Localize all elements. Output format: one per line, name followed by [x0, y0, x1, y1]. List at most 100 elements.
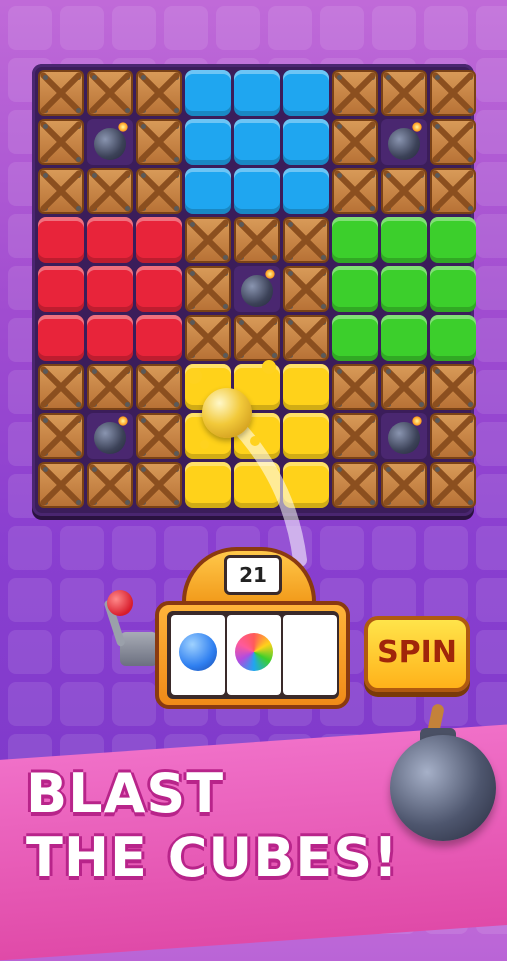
yellow-cube[interactable] [283, 364, 329, 410]
crate-block[interactable] [136, 168, 182, 214]
green-cube[interactable] [332, 217, 378, 263]
red-cube[interactable] [38, 217, 84, 263]
blue-cube[interactable] [283, 168, 329, 214]
red-cube[interactable] [87, 315, 133, 361]
bomb-cell[interactable] [381, 119, 427, 165]
blue-cube[interactable] [283, 70, 329, 116]
crate-bolt [468, 369, 473, 374]
crate-block[interactable] [283, 217, 329, 263]
crate-block[interactable] [87, 70, 133, 116]
bomb-cell[interactable] [234, 266, 280, 312]
crate-block[interactable] [185, 217, 231, 263]
crate-block[interactable] [234, 315, 280, 361]
crate-block[interactable] [332, 462, 378, 508]
crate-bolt [386, 108, 391, 113]
crate-bolt [337, 206, 342, 211]
red-cube[interactable] [87, 266, 133, 312]
crate-block[interactable] [381, 364, 427, 410]
blue-cube[interactable] [185, 168, 231, 214]
background-tile [476, 474, 507, 518]
crate-block[interactable] [381, 70, 427, 116]
crate-block[interactable] [38, 168, 84, 214]
crate-block[interactable] [185, 315, 231, 361]
headline-line-2: THE CUBES! [26, 826, 399, 889]
green-cube[interactable] [381, 315, 427, 361]
crate-bolt [239, 255, 244, 260]
crate-block[interactable] [430, 70, 476, 116]
crate-block[interactable] [430, 119, 476, 165]
red-cube[interactable] [38, 266, 84, 312]
crate-bolt [141, 418, 146, 423]
crate-block[interactable] [430, 413, 476, 459]
crate-bolt [337, 369, 342, 374]
bomb-cell[interactable] [381, 413, 427, 459]
background-tile [476, 266, 507, 310]
crate-block[interactable] [185, 266, 231, 312]
crate-block[interactable] [430, 168, 476, 214]
crate-block[interactable] [283, 315, 329, 361]
crate-bolt [288, 255, 293, 260]
crate-block[interactable] [430, 462, 476, 508]
crate-block[interactable] [38, 413, 84, 459]
crate-block[interactable] [87, 364, 133, 410]
crate-block[interactable] [332, 413, 378, 459]
crate-block[interactable] [87, 462, 133, 508]
green-cube[interactable] [381, 266, 427, 312]
crate-bolt [43, 451, 48, 456]
crate-block[interactable] [38, 119, 84, 165]
crate-block[interactable] [136, 70, 182, 116]
blue-cube[interactable] [234, 70, 280, 116]
green-cube[interactable] [430, 315, 476, 361]
crate-block[interactable] [332, 70, 378, 116]
crate-block[interactable] [38, 70, 84, 116]
crate-block[interactable] [283, 266, 329, 312]
crate-block[interactable] [332, 168, 378, 214]
bomb-cell[interactable] [87, 413, 133, 459]
crate-block[interactable] [38, 364, 84, 410]
yellow-cube[interactable] [283, 462, 329, 508]
crate-block[interactable] [381, 168, 427, 214]
crate-block[interactable] [332, 119, 378, 165]
crate-block[interactable] [87, 168, 133, 214]
bomb-cell[interactable] [87, 119, 133, 165]
crate-block[interactable] [234, 217, 280, 263]
crate-bolt [386, 173, 391, 178]
lever-knob[interactable] [107, 590, 133, 616]
green-cube[interactable] [332, 315, 378, 361]
spin-button[interactable]: SPIN [364, 616, 470, 692]
yellow-cube[interactable] [185, 462, 231, 508]
crate-bolt [92, 500, 97, 505]
green-cube[interactable] [332, 266, 378, 312]
red-cube[interactable] [87, 217, 133, 263]
crate-bolt [92, 402, 97, 407]
crate-bolt [435, 124, 440, 129]
yellow-cube[interactable] [283, 413, 329, 459]
red-cube[interactable] [38, 315, 84, 361]
background-tile [424, 6, 468, 50]
crate-block[interactable] [381, 462, 427, 508]
crate-bolt [223, 222, 228, 227]
crate-block[interactable] [136, 413, 182, 459]
red-cube[interactable] [136, 266, 182, 312]
blue-cube[interactable] [234, 168, 280, 214]
crate-block[interactable] [38, 462, 84, 508]
crate-bolt [321, 271, 326, 276]
crate-bolt [92, 369, 97, 374]
blue-cube[interactable] [185, 70, 231, 116]
blue-cube[interactable] [283, 119, 329, 165]
crate-block[interactable] [430, 364, 476, 410]
red-cube[interactable] [136, 315, 182, 361]
yellow-cube[interactable] [234, 462, 280, 508]
crate-bolt [288, 304, 293, 309]
crate-block[interactable] [332, 364, 378, 410]
crate-block[interactable] [136, 119, 182, 165]
green-cube[interactable] [430, 266, 476, 312]
crate-block[interactable] [136, 462, 182, 508]
red-cube[interactable] [136, 217, 182, 263]
green-cube[interactable] [381, 217, 427, 263]
crate-block[interactable] [136, 364, 182, 410]
blue-cube[interactable] [185, 119, 231, 165]
green-cube[interactable] [430, 217, 476, 263]
blue-cube[interactable] [234, 119, 280, 165]
crate-bolt [174, 500, 179, 505]
